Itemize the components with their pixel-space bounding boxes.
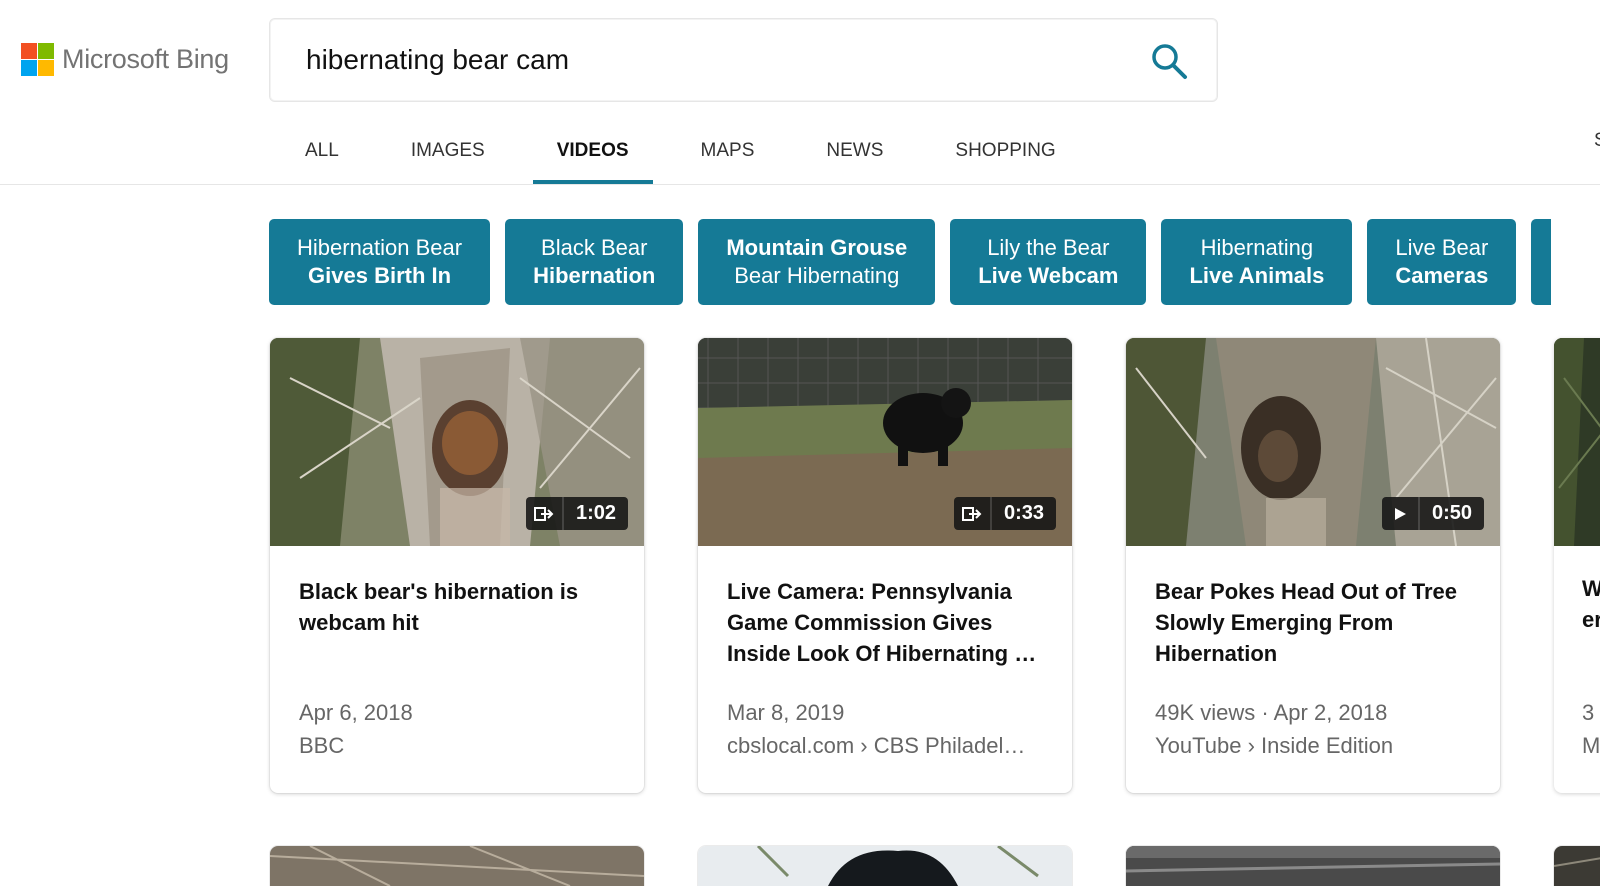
video-card[interactable]: 0:33 Live Camera: Pennsylvania Game Comm… xyxy=(698,338,1072,793)
chip-line: Black Bear xyxy=(541,235,648,260)
video-date: Apr 6, 2018 xyxy=(299,700,413,725)
play-icon xyxy=(1381,497,1420,530)
video-title-fragment: W xyxy=(1582,576,1600,601)
related-chip-peek[interactable] xyxy=(1531,219,1552,305)
video-card-row2-peek[interactable] xyxy=(1554,846,1600,886)
video-thumbnail xyxy=(1554,846,1600,886)
chip-line: Hibernation Bear xyxy=(297,235,463,260)
video-card[interactable]: 1:02 Black bear's hibernation is webcam … xyxy=(270,338,644,793)
video-card[interactable]: 0:50 Bear Pokes Head Out of Tree Slowly … xyxy=(1126,338,1500,793)
tab-news[interactable]: NEWS xyxy=(790,118,919,184)
chip-line: Lily the Bear xyxy=(987,235,1110,260)
tab-label: MAPS xyxy=(700,140,755,161)
tab-overflow-fragment[interactable]: S xyxy=(1594,130,1600,152)
tab-shopping[interactable]: SHOPPING xyxy=(919,118,1091,184)
video-thumbnail xyxy=(698,846,1072,886)
video-source: cbslocal.com › CBS Philadel… xyxy=(727,733,1026,758)
share-icon xyxy=(525,497,564,530)
search-button[interactable] xyxy=(1149,41,1189,81)
video-thumbnail xyxy=(1126,846,1500,886)
video-thumbnail[interactable]: 1:02 xyxy=(270,338,644,546)
vertical-tabs: ALL IMAGES VIDEOS MAPS NEWS SHOPPING xyxy=(269,118,1092,184)
tab-label: VIDEOS xyxy=(556,140,629,161)
video-title[interactable]: Black bear's hibernation is webcam hit xyxy=(299,576,617,638)
video-card-peek[interactable]: W er 3 M xyxy=(1554,338,1600,793)
duration-text: 1:02 xyxy=(563,497,628,530)
tab-label: NEWS xyxy=(826,140,884,161)
related-chip[interactable]: Live Bear Cameras xyxy=(1367,219,1517,305)
duration-badge: 0:33 xyxy=(953,497,1056,530)
duration-badge: 0:50 xyxy=(1381,497,1484,530)
video-views-date: 49K views · Apr 2, 2018 xyxy=(1155,700,1388,725)
video-date: Mar 8, 2019 xyxy=(727,700,845,725)
microsoft-logo-icon xyxy=(21,43,54,76)
video-card-row2[interactable] xyxy=(698,846,1072,886)
chip-line: Gives Birth In xyxy=(308,263,452,288)
chip-line: Hibernating xyxy=(1200,235,1314,260)
chip-line: Mountain Grouse xyxy=(726,235,908,260)
related-chip[interactable]: Black Bear Hibernation xyxy=(505,219,684,305)
video-source: BBC xyxy=(299,733,345,758)
header-divider xyxy=(0,184,1600,185)
tab-videos[interactable]: VIDEOS xyxy=(521,118,665,184)
related-searches: Hibernation Bear Gives Birth In Black Be… xyxy=(269,219,1552,305)
chip-line: Live Animals xyxy=(1189,263,1325,288)
video-meta-fragment: 3 xyxy=(1582,700,1595,725)
tab-all[interactable]: ALL xyxy=(269,118,375,184)
search-icon xyxy=(1152,44,1187,79)
video-thumbnail[interactable]: 0:33 xyxy=(698,338,1072,546)
video-card-row2[interactable] xyxy=(270,846,644,886)
video-title-fragment: er xyxy=(1582,607,1600,632)
tab-label: IMAGES xyxy=(410,140,485,161)
tab-label: ALL xyxy=(305,140,339,161)
video-title[interactable]: Bear Pokes Head Out of Tree Slowly Emerg… xyxy=(1155,576,1473,669)
search-box xyxy=(269,18,1218,102)
video-thumbnail xyxy=(1554,338,1600,546)
related-chip[interactable]: Lily the Bear Live Webcam xyxy=(950,219,1147,305)
related-chip[interactable]: Hibernation Bear Gives Birth In xyxy=(269,219,491,305)
tab-images[interactable]: IMAGES xyxy=(375,118,521,184)
duration-text: 0:33 xyxy=(991,497,1056,530)
tab-label: SHOPPING xyxy=(955,140,1056,161)
video-meta-fragment: M xyxy=(1582,733,1600,758)
video-source: YouTube › Inside Edition xyxy=(1155,733,1394,758)
chip-line: Cameras xyxy=(1395,263,1489,288)
tab-maps[interactable]: MAPS xyxy=(665,118,791,184)
search-input[interactable] xyxy=(306,41,1126,79)
video-title[interactable]: Live Camera: Pennsylvania Game Commissio… xyxy=(727,576,1045,669)
duration-badge: 1:02 xyxy=(525,497,628,530)
duration-text: 0:50 xyxy=(1419,497,1484,530)
chip-line: Live Webcam xyxy=(978,263,1119,288)
related-chip[interactable]: Hibernating Live Animals xyxy=(1161,219,1353,305)
related-chip[interactable]: Mountain Grouse Bear Hibernating xyxy=(698,219,936,305)
chip-line: Hibernation xyxy=(533,263,656,288)
bing-logo[interactable]: Microsoft Bing xyxy=(21,43,229,76)
chip-line: Bear Hibernating xyxy=(734,263,900,288)
video-thumbnail xyxy=(270,846,644,886)
brand-name: Microsoft Bing xyxy=(62,44,229,74)
video-card-row2[interactable] xyxy=(1126,846,1500,886)
share-icon xyxy=(953,497,992,530)
chip-line: Live Bear xyxy=(1395,235,1489,260)
video-thumbnail[interactable]: 0:50 xyxy=(1126,338,1500,546)
